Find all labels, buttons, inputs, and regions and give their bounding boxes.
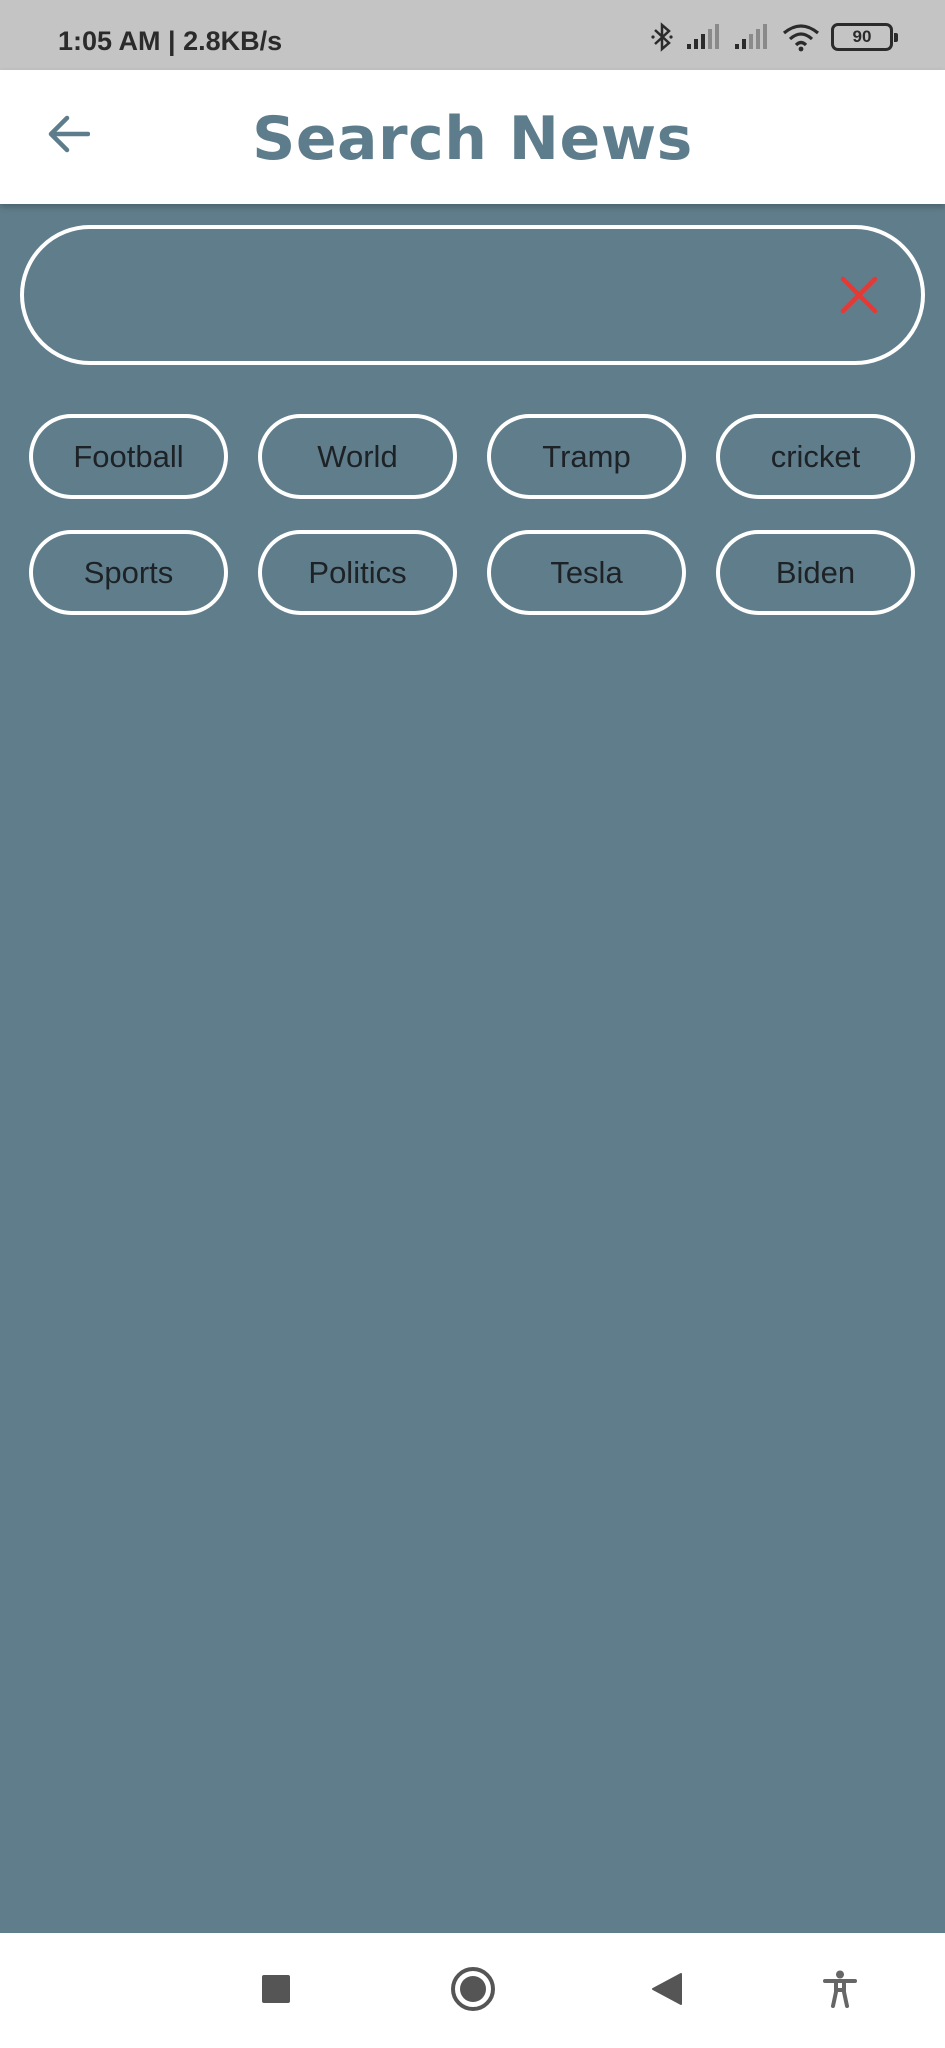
home-circle-icon	[449, 1965, 497, 2018]
chip-cricket[interactable]: cricket	[716, 414, 915, 499]
signal-icon	[733, 23, 771, 51]
system-nav-bar	[0, 1933, 945, 2048]
search-box	[20, 225, 925, 365]
nav-back-button[interactable]	[639, 1963, 695, 2019]
bluetooth-icon	[649, 22, 675, 52]
recents-button[interactable]	[248, 1963, 304, 2019]
chip-tesla[interactable]: Tesla	[487, 530, 686, 615]
status-time: 1:05 AM | 2.8KB/s	[58, 26, 283, 56]
chip-world[interactable]: World	[258, 414, 457, 499]
battery-icon: 90	[831, 23, 898, 51]
status-bar: 1:05 AM | 2.8KB/s 90	[0, 0, 945, 70]
wifi-icon	[781, 22, 821, 52]
chip-football[interactable]: Football	[29, 414, 228, 499]
accessibility-icon	[822, 1970, 858, 2013]
chip-sports[interactable]: Sports	[29, 530, 228, 615]
search-input[interactable]	[74, 259, 834, 331]
clear-search-button[interactable]	[833, 271, 885, 323]
back-triangle-icon	[651, 1972, 683, 2011]
signal-icon	[685, 23, 723, 51]
status-icons: 90	[649, 20, 898, 54]
accessibility-button[interactable]	[812, 1963, 868, 2019]
chip-politics[interactable]: Politics	[258, 530, 457, 615]
suggestion-chips: Football World Tramp cricket Sports Poli…	[29, 414, 917, 615]
chip-biden[interactable]: Biden	[716, 530, 915, 615]
app-bar: Search News	[0, 70, 945, 204]
page-title: Search News	[252, 104, 693, 174]
close-icon	[839, 275, 879, 320]
home-button[interactable]	[445, 1963, 501, 2019]
chip-tramp[interactable]: Tramp	[487, 414, 686, 499]
recents-square-icon	[261, 1974, 291, 2009]
